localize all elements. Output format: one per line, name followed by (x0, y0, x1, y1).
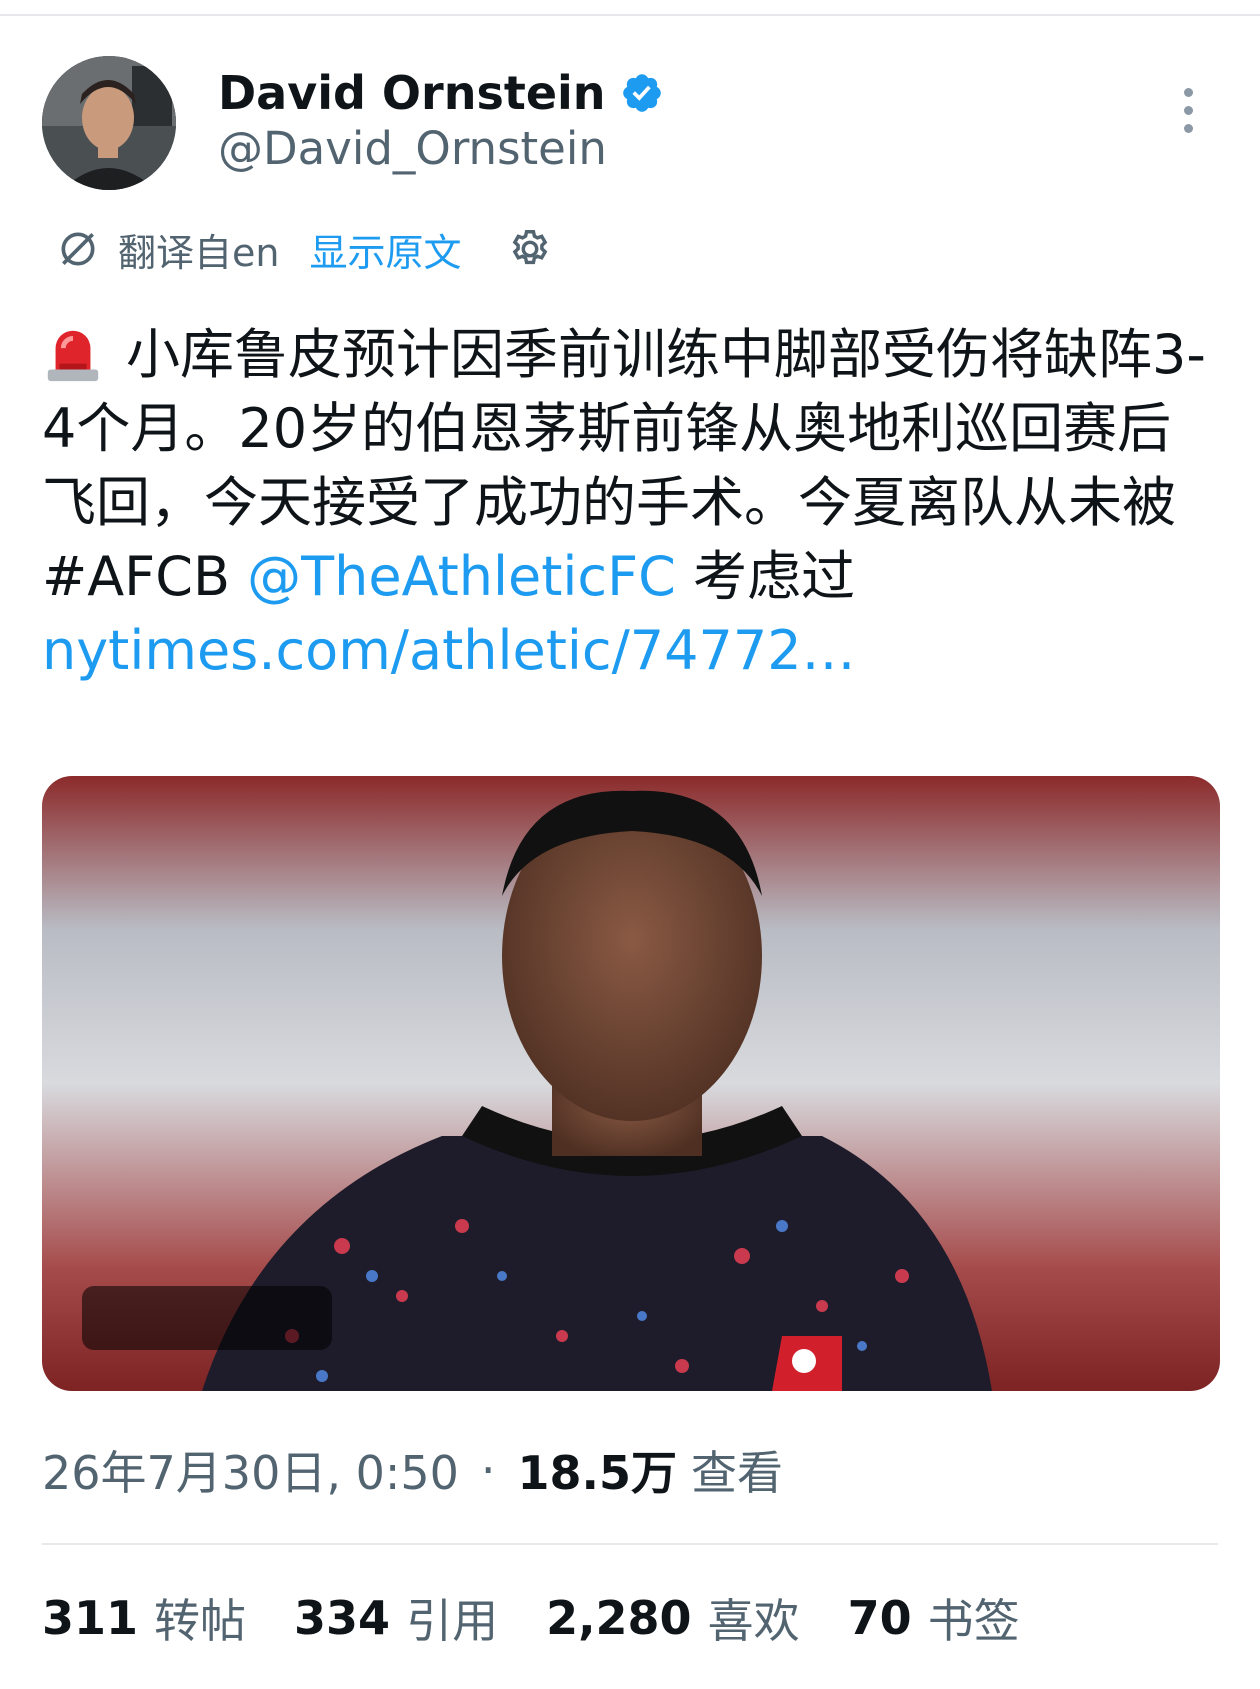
translated-from-label: 翻译自en (118, 230, 280, 275)
translate-icon (61, 232, 95, 266)
tweet-text: 小库鲁皮预计因季前训练中脚部受伤将缺阵3-4个月。20岁的伯恩茅斯前锋从奥地利巡… (42, 318, 1222, 688)
stats-divider (42, 1543, 1218, 1545)
reposts-label: 转帖 (154, 1594, 247, 1648)
mention-link[interactable]: @TheAthleticFC (247, 545, 676, 608)
tweet-meta: 26年7月30日, 0:50 · 18.5万 查看 (42, 1440, 783, 1500)
bookmarks-count: 70 (847, 1591, 912, 1645)
likes-count: 2,280 (546, 1591, 692, 1645)
views-count: 18.5万 (517, 1446, 678, 1500)
reposts-stat[interactable]: 311 转帖 (42, 1585, 246, 1651)
tweet-image[interactable] (42, 776, 1220, 1391)
meta-separator: · (480, 1443, 496, 1497)
engagement-stats: 311 转帖 334 引用 2,280 喜欢 70 书签 (42, 1588, 1068, 1648)
author-name-row[interactable]: David Ornstein (218, 64, 664, 122)
more-vertical-icon[interactable] (1178, 88, 1198, 138)
bookmarks-stat[interactable]: 70 书签 (848, 1585, 1020, 1651)
author-name[interactable]: David Ornstein (218, 66, 606, 120)
likes-stat[interactable]: 2,280 喜欢 (546, 1585, 800, 1651)
likes-label: 喜欢 (707, 1594, 800, 1648)
image-overlay-pill (82, 1286, 332, 1350)
police-light-icon (47, 330, 99, 382)
quotes-label: 引用 (406, 1594, 499, 1648)
author-handle[interactable]: @David_Ornstein (218, 122, 607, 175)
show-original-link[interactable]: 显示原文 (309, 222, 461, 277)
quotes-stat[interactable]: 334 引用 (294, 1585, 498, 1651)
article-link[interactable]: nytimes.com/athletic/74772… (42, 619, 856, 682)
views-label: 查看 (691, 1446, 783, 1500)
top-divider (0, 14, 1260, 16)
bookmarks-label: 书签 (927, 1594, 1020, 1648)
tweet-timestamp[interactable]: 26年7月30日, 0:50 (42, 1437, 459, 1503)
quotes-count: 334 (294, 1591, 391, 1645)
translation-bar: 翻译自en 显示原文 (56, 222, 553, 276)
verified-badge-icon (622, 74, 661, 112)
reposts-count: 311 (42, 1591, 139, 1645)
tweet-body-part-2: 考虑过 (675, 545, 856, 608)
gear-icon[interactable] (507, 226, 553, 272)
avatar[interactable] (42, 56, 176, 190)
